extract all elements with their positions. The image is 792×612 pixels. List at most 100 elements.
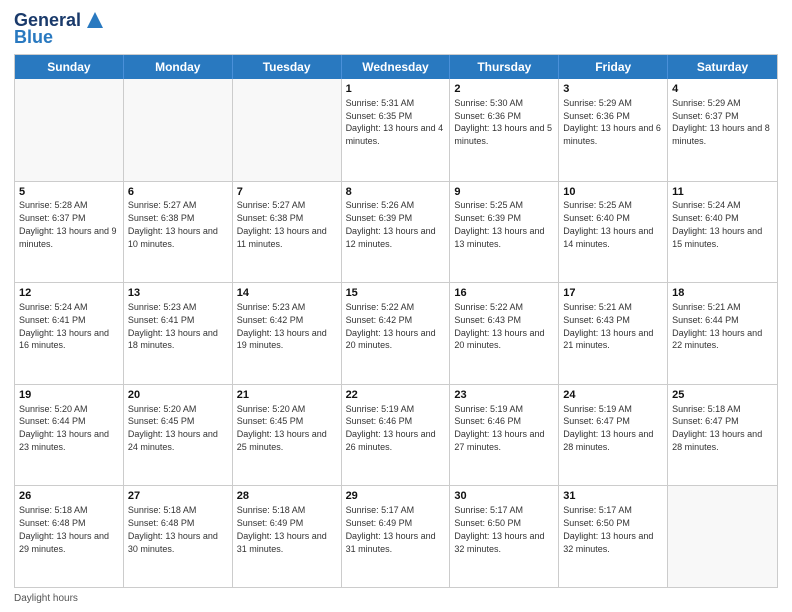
calendar-cell-2-5: 9Sunrise: 5:25 AMSunset: 6:39 PMDaylight… bbox=[450, 182, 559, 283]
header: General Blue bbox=[14, 10, 778, 48]
cell-info: Sunrise: 5:17 AMSunset: 6:49 PMDaylight:… bbox=[346, 505, 436, 553]
calendar-row-3: 12Sunrise: 5:24 AMSunset: 6:41 PMDayligh… bbox=[15, 282, 777, 384]
day-number: 26 bbox=[19, 489, 119, 504]
calendar-cell-4-1: 19Sunrise: 5:20 AMSunset: 6:44 PMDayligh… bbox=[15, 385, 124, 486]
calendar-cell-3-6: 17Sunrise: 5:21 AMSunset: 6:43 PMDayligh… bbox=[559, 283, 668, 384]
calendar-cell-3-7: 18Sunrise: 5:21 AMSunset: 6:44 PMDayligh… bbox=[668, 283, 777, 384]
day-number: 14 bbox=[237, 286, 337, 301]
cell-info: Sunrise: 5:21 AMSunset: 6:43 PMDaylight:… bbox=[563, 302, 653, 350]
cell-info: Sunrise: 5:26 AMSunset: 6:39 PMDaylight:… bbox=[346, 200, 436, 248]
calendar-row-5: 26Sunrise: 5:18 AMSunset: 6:48 PMDayligh… bbox=[15, 485, 777, 587]
header-day-thursday: Thursday bbox=[450, 55, 559, 79]
cell-info: Sunrise: 5:22 AMSunset: 6:43 PMDaylight:… bbox=[454, 302, 544, 350]
footer: Daylight hours bbox=[14, 593, 778, 604]
calendar-cell-2-3: 7Sunrise: 5:27 AMSunset: 6:38 PMDaylight… bbox=[233, 182, 342, 283]
calendar-cell-1-4: 1Sunrise: 5:31 AMSunset: 6:35 PMDaylight… bbox=[342, 79, 451, 181]
cell-info: Sunrise: 5:20 AMSunset: 6:44 PMDaylight:… bbox=[19, 404, 109, 452]
calendar-cell-5-5: 30Sunrise: 5:17 AMSunset: 6:50 PMDayligh… bbox=[450, 486, 559, 587]
calendar-cell-1-3 bbox=[233, 79, 342, 181]
header-day-friday: Friday bbox=[559, 55, 668, 79]
cell-info: Sunrise: 5:17 AMSunset: 6:50 PMDaylight:… bbox=[454, 505, 544, 553]
day-number: 10 bbox=[563, 185, 663, 200]
day-number: 23 bbox=[454, 388, 554, 403]
day-number: 29 bbox=[346, 489, 446, 504]
cell-info: Sunrise: 5:31 AMSunset: 6:35 PMDaylight:… bbox=[346, 98, 444, 146]
cell-info: Sunrise: 5:19 AMSunset: 6:47 PMDaylight:… bbox=[563, 404, 653, 452]
header-day-monday: Monday bbox=[124, 55, 233, 79]
day-number: 3 bbox=[563, 82, 663, 97]
day-number: 7 bbox=[237, 185, 337, 200]
calendar-cell-5-6: 31Sunrise: 5:17 AMSunset: 6:50 PMDayligh… bbox=[559, 486, 668, 587]
day-number: 20 bbox=[128, 388, 228, 403]
cell-info: Sunrise: 5:28 AMSunset: 6:37 PMDaylight:… bbox=[19, 200, 117, 248]
day-number: 25 bbox=[672, 388, 773, 403]
logo: General Blue bbox=[14, 10, 107, 48]
day-number: 21 bbox=[237, 388, 337, 403]
cell-info: Sunrise: 5:23 AMSunset: 6:42 PMDaylight:… bbox=[237, 302, 327, 350]
day-number: 11 bbox=[672, 185, 773, 200]
cell-info: Sunrise: 5:24 AMSunset: 6:41 PMDaylight:… bbox=[19, 302, 109, 350]
cell-info: Sunrise: 5:20 AMSunset: 6:45 PMDaylight:… bbox=[128, 404, 218, 452]
calendar-cell-5-7 bbox=[668, 486, 777, 587]
calendar-cell-3-5: 16Sunrise: 5:22 AMSunset: 6:43 PMDayligh… bbox=[450, 283, 559, 384]
day-number: 8 bbox=[346, 185, 446, 200]
day-number: 1 bbox=[346, 82, 446, 97]
day-number: 30 bbox=[454, 489, 554, 504]
calendar-cell-3-3: 14Sunrise: 5:23 AMSunset: 6:42 PMDayligh… bbox=[233, 283, 342, 384]
day-number: 5 bbox=[19, 185, 119, 200]
day-number: 19 bbox=[19, 388, 119, 403]
calendar-cell-2-2: 6Sunrise: 5:27 AMSunset: 6:38 PMDaylight… bbox=[124, 182, 233, 283]
calendar-cell-2-4: 8Sunrise: 5:26 AMSunset: 6:39 PMDaylight… bbox=[342, 182, 451, 283]
calendar: SundayMondayTuesdayWednesdayThursdayFrid… bbox=[14, 54, 778, 588]
calendar-cell-1-1 bbox=[15, 79, 124, 181]
calendar-cell-4-2: 20Sunrise: 5:20 AMSunset: 6:45 PMDayligh… bbox=[124, 385, 233, 486]
calendar-row-2: 5Sunrise: 5:28 AMSunset: 6:37 PMDaylight… bbox=[15, 181, 777, 283]
calendar-header: SundayMondayTuesdayWednesdayThursdayFrid… bbox=[15, 55, 777, 79]
calendar-cell-1-6: 3Sunrise: 5:29 AMSunset: 6:36 PMDaylight… bbox=[559, 79, 668, 181]
logo-blue: Blue bbox=[14, 27, 53, 48]
cell-info: Sunrise: 5:25 AMSunset: 6:39 PMDaylight:… bbox=[454, 200, 544, 248]
day-number: 31 bbox=[563, 489, 663, 504]
day-number: 28 bbox=[237, 489, 337, 504]
cell-info: Sunrise: 5:18 AMSunset: 6:49 PMDaylight:… bbox=[237, 505, 327, 553]
day-number: 12 bbox=[19, 286, 119, 301]
cell-info: Sunrise: 5:25 AMSunset: 6:40 PMDaylight:… bbox=[563, 200, 653, 248]
calendar-body: 1Sunrise: 5:31 AMSunset: 6:35 PMDaylight… bbox=[15, 79, 777, 587]
day-number: 15 bbox=[346, 286, 446, 301]
cell-info: Sunrise: 5:21 AMSunset: 6:44 PMDaylight:… bbox=[672, 302, 762, 350]
cell-info: Sunrise: 5:18 AMSunset: 6:48 PMDaylight:… bbox=[128, 505, 218, 553]
calendar-cell-4-7: 25Sunrise: 5:18 AMSunset: 6:47 PMDayligh… bbox=[668, 385, 777, 486]
day-number: 4 bbox=[672, 82, 773, 97]
day-number: 18 bbox=[672, 286, 773, 301]
calendar-cell-4-4: 22Sunrise: 5:19 AMSunset: 6:46 PMDayligh… bbox=[342, 385, 451, 486]
cell-info: Sunrise: 5:19 AMSunset: 6:46 PMDaylight:… bbox=[346, 404, 436, 452]
calendar-cell-3-2: 13Sunrise: 5:23 AMSunset: 6:41 PMDayligh… bbox=[124, 283, 233, 384]
calendar-cell-1-2 bbox=[124, 79, 233, 181]
day-number: 9 bbox=[454, 185, 554, 200]
day-number: 22 bbox=[346, 388, 446, 403]
calendar-cell-4-5: 23Sunrise: 5:19 AMSunset: 6:46 PMDayligh… bbox=[450, 385, 559, 486]
day-number: 24 bbox=[563, 388, 663, 403]
calendar-cell-4-6: 24Sunrise: 5:19 AMSunset: 6:47 PMDayligh… bbox=[559, 385, 668, 486]
cell-info: Sunrise: 5:30 AMSunset: 6:36 PMDaylight:… bbox=[454, 98, 552, 146]
calendar-cell-2-7: 11Sunrise: 5:24 AMSunset: 6:40 PMDayligh… bbox=[668, 182, 777, 283]
page: General Blue SundayMondayTuesdayWednesda… bbox=[0, 0, 792, 612]
cell-info: Sunrise: 5:18 AMSunset: 6:48 PMDaylight:… bbox=[19, 505, 109, 553]
calendar-cell-2-1: 5Sunrise: 5:28 AMSunset: 6:37 PMDaylight… bbox=[15, 182, 124, 283]
day-number: 6 bbox=[128, 185, 228, 200]
calendar-cell-4-3: 21Sunrise: 5:20 AMSunset: 6:45 PMDayligh… bbox=[233, 385, 342, 486]
cell-info: Sunrise: 5:24 AMSunset: 6:40 PMDaylight:… bbox=[672, 200, 762, 248]
calendar-cell-3-4: 15Sunrise: 5:22 AMSunset: 6:42 PMDayligh… bbox=[342, 283, 451, 384]
header-day-wednesday: Wednesday bbox=[342, 55, 451, 79]
cell-info: Sunrise: 5:29 AMSunset: 6:36 PMDaylight:… bbox=[563, 98, 661, 146]
cell-info: Sunrise: 5:23 AMSunset: 6:41 PMDaylight:… bbox=[128, 302, 218, 350]
cell-info: Sunrise: 5:18 AMSunset: 6:47 PMDaylight:… bbox=[672, 404, 762, 452]
calendar-cell-2-6: 10Sunrise: 5:25 AMSunset: 6:40 PMDayligh… bbox=[559, 182, 668, 283]
day-number: 13 bbox=[128, 286, 228, 301]
calendar-cell-1-5: 2Sunrise: 5:30 AMSunset: 6:36 PMDaylight… bbox=[450, 79, 559, 181]
calendar-row-4: 19Sunrise: 5:20 AMSunset: 6:44 PMDayligh… bbox=[15, 384, 777, 486]
cell-info: Sunrise: 5:20 AMSunset: 6:45 PMDaylight:… bbox=[237, 404, 327, 452]
header-day-tuesday: Tuesday bbox=[233, 55, 342, 79]
day-number: 2 bbox=[454, 82, 554, 97]
calendar-cell-1-7: 4Sunrise: 5:29 AMSunset: 6:37 PMDaylight… bbox=[668, 79, 777, 181]
